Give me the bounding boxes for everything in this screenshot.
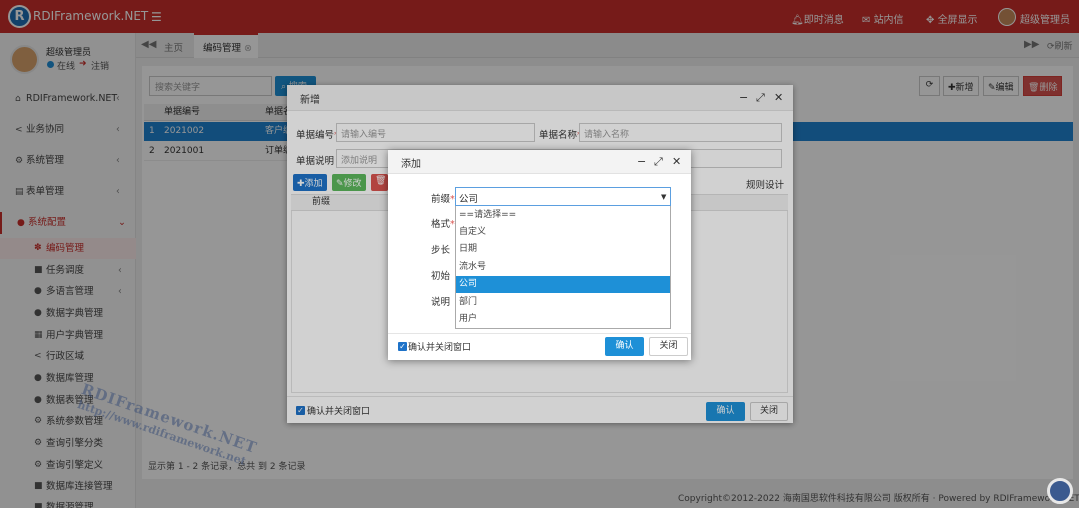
close-button[interactable]: 关闭 <box>649 337 688 356</box>
step-label: 步长 <box>431 245 451 256</box>
confirm-close-checkbox[interactable]: ✓ <box>398 342 407 351</box>
chat-bubble-icon[interactable] <box>1047 478 1073 504</box>
initial-label: 初始 <box>431 271 451 282</box>
close-icon[interactable]: ✕ <box>672 155 681 168</box>
maximize-icon[interactable]: ⤢ <box>654 155 663 169</box>
minimize-icon[interactable]: − <box>637 155 646 168</box>
dropdown-option[interactable]: 日期 <box>456 241 670 258</box>
dropdown-option[interactable]: 自定义 <box>456 224 670 241</box>
dropdown-option[interactable]: 流水号 <box>456 259 670 276</box>
confirm-close-label: 确认并关闭窗口 <box>408 343 472 353</box>
dropdown-option-selected[interactable]: 公司 <box>456 276 670 293</box>
ok-button[interactable]: 确认 <box>605 337 644 356</box>
prefix-select[interactable]: 公司 <box>455 187 671 206</box>
desc-label: 说明 <box>431 297 451 308</box>
dialog-title: 添加 <box>401 159 421 170</box>
chevron-down-icon[interactable]: ▼ <box>661 193 666 201</box>
dropdown-option[interactable]: 用户 <box>456 311 670 328</box>
prefix-label: 前缀* <box>431 194 455 205</box>
dropdown-option[interactable]: ==请选择== <box>456 207 670 224</box>
dropdown-option[interactable]: 部门 <box>456 294 670 311</box>
format-label: 格式* <box>431 219 455 230</box>
